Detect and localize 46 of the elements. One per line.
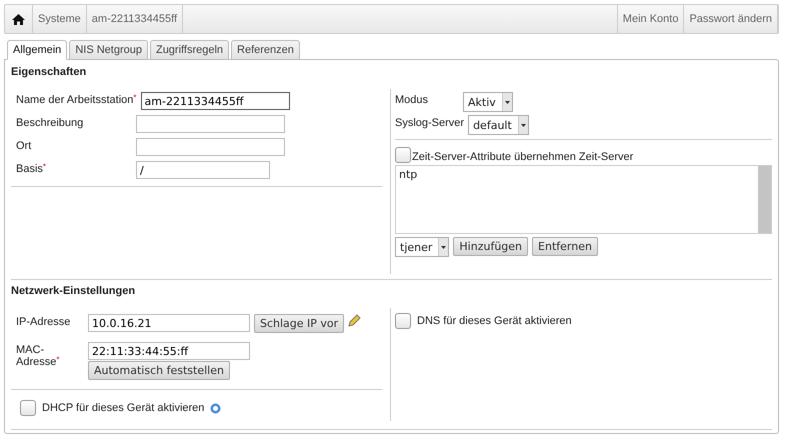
checkbox[interactable] xyxy=(20,400,36,416)
caret-icon xyxy=(504,100,510,104)
list-item[interactable]: ntp xyxy=(399,168,755,181)
tab[interactable]: NIS Netgroup xyxy=(69,40,148,60)
checkbox[interactable] xyxy=(395,147,411,163)
tab[interactable]: Referenzen xyxy=(231,40,300,60)
tab[interactable]: Zugriffsregeln xyxy=(150,40,230,60)
scrollbar[interactable] xyxy=(758,166,771,233)
field-label: Modus xyxy=(395,93,430,106)
section-heading: Netzwerk-Einstellungen xyxy=(11,284,136,299)
detect-button[interactable]: Automatisch feststellen xyxy=(88,361,230,380)
checkbox[interactable] xyxy=(395,313,411,329)
field-label: MAC-Adresse$^{*}$ xyxy=(16,343,60,368)
checkbox-label: DHCP für dieses Gerät aktivieren xyxy=(42,402,204,414)
account-link[interactable]: Mein Konto xyxy=(618,5,684,33)
checkbox-label: Zeit-Server-Attribute übernehmen Zeit-Server xyxy=(412,151,634,163)
dropdown[interactable]: tjener xyxy=(395,237,450,257)
field-label: Ort xyxy=(16,139,32,152)
field-label: IP-Adresse xyxy=(16,315,72,328)
text-field[interactable] xyxy=(136,115,285,133)
suggest-ip-button[interactable]: Schlage IP vor xyxy=(254,314,344,333)
text-field[interactable]: / xyxy=(136,161,270,179)
list-button[interactable]: Hinzufügen xyxy=(453,237,528,256)
dropdown[interactable]: Aktiv xyxy=(463,92,513,112)
home-icon xyxy=(12,14,25,24)
caret-icon xyxy=(441,246,446,248)
tab[interactable]: Allgemein xyxy=(7,40,68,60)
text-field[interactable] xyxy=(136,138,285,156)
breadcrumb-item[interactable]: am-2211334455ff xyxy=(86,5,184,33)
list-button[interactable]: Entfernen xyxy=(532,237,598,256)
field-label: Name der Arbeitsstation$^{*}$ xyxy=(16,92,137,106)
section-heading: Eigenschaften xyxy=(11,65,88,80)
field-label: Syslog-Server xyxy=(395,116,464,129)
account-link[interactable]: Passwort ändern xyxy=(684,5,778,33)
info-icon[interactable] xyxy=(210,402,222,414)
pencil-icon[interactable] xyxy=(348,314,362,327)
text-field[interactable]: 10.0.16.21 xyxy=(88,314,250,332)
list-box[interactable]: ntp xyxy=(395,165,772,234)
text-field[interactable]: am-2211334455ff xyxy=(140,92,290,110)
breadcrumb-item[interactable]: Systeme xyxy=(33,5,87,33)
field-label: Basis$^{*}$ xyxy=(16,161,48,175)
checkbox-label: DNS für dieses Gerät aktivieren xyxy=(417,315,572,327)
caret-icon xyxy=(520,124,526,126)
field-label: Beschreibung xyxy=(16,116,84,129)
text-field[interactable]: 22:11:33:44:55:ff xyxy=(88,342,250,360)
dropdown[interactable]: default xyxy=(468,115,529,135)
